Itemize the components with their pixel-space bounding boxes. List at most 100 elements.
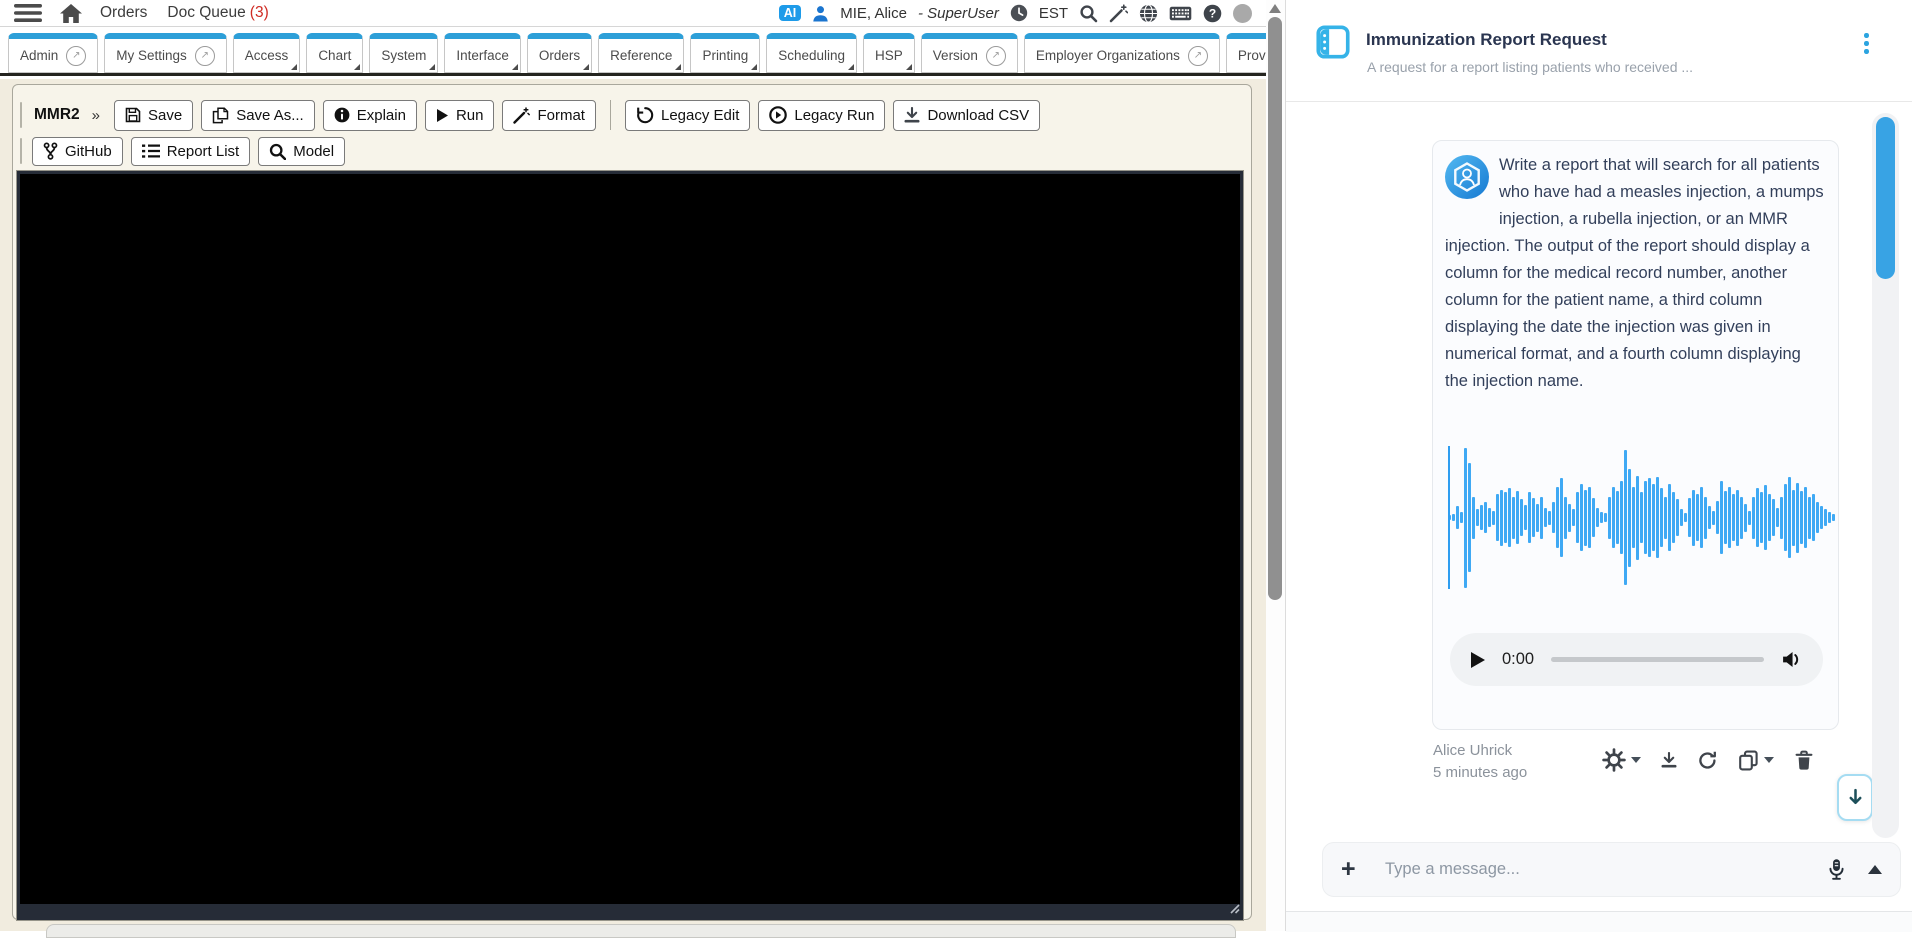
waveform-bar [1580,483,1583,552]
waveform-bar [1812,493,1815,542]
github-button[interactable]: GitHub [32,136,123,166]
waveform-bar [1732,493,1735,542]
tab-scheduling[interactable]: Scheduling [766,33,858,73]
tab-admin[interactable]: Admin ↗ [8,33,99,73]
globe-icon[interactable] [1139,3,1158,23]
tab-my-settings[interactable]: My Settings ↗ [104,33,227,73]
legacy-edit-button[interactable]: Legacy Edit [624,99,751,131]
run-button[interactable]: Run [424,99,495,131]
save-button[interactable]: Save [113,99,194,131]
format-button[interactable]: Format [502,99,596,131]
toolbar-row-1: MMR2 » Save Save As... Explain Run Format Legac… [20,99,1041,131]
search-icon[interactable] [1079,4,1098,23]
timezone-label[interactable]: EST [1039,5,1068,22]
chat-scrollbar-track[interactable] [1872,113,1899,838]
scroll-to-bottom-button[interactable] [1837,774,1873,821]
tab-orders[interactable]: Orders [526,33,593,73]
tab-version[interactable]: Version ↗ [920,33,1018,73]
waveform-bar [1648,478,1651,557]
scrollbar-up-arrow-icon[interactable] [1269,4,1281,13]
keyboard-icon[interactable] [1169,6,1192,21]
waveform-bar [1708,506,1711,529]
waveform-bar [1684,513,1687,522]
tab-access[interactable]: Access [232,33,301,73]
waveform-bar [1640,492,1643,543]
gear-action[interactable] [1602,748,1641,772]
waveform-bar [1620,481,1623,554]
chat-scrollbar-thumb[interactable] [1876,117,1895,279]
waveform-bar [1776,507,1779,528]
waveform-bar [1560,478,1563,557]
play-button[interactable] [1471,651,1485,668]
sidebar-panel-icon[interactable] [1316,25,1350,64]
waveform-bar [1672,492,1675,543]
explain-button[interactable]: Explain [322,99,417,131]
tab-interface[interactable]: Interface [444,33,521,73]
report-expander[interactable]: » [92,107,100,124]
collapse-caret-icon[interactable] [1868,865,1882,874]
tab-provider[interactable]: Provider [1225,33,1266,73]
dropdown-fold-icon [429,64,436,70]
tab-label: Chart [318,48,352,63]
nav-doc-queue[interactable]: Doc Queue (3) [167,4,268,22]
legacy-run-icon [769,106,788,124]
tab-printing[interactable]: Printing [690,33,761,73]
waveform-bar [1624,450,1627,585]
waveform-bar [1512,496,1515,539]
copy-action[interactable] [1738,750,1774,771]
save-as-button[interactable]: Save As... [201,99,315,131]
ai-badge[interactable]: AI [778,4,802,22]
tab-system[interactable]: System [369,33,439,73]
volume-icon[interactable] [1781,650,1802,669]
report-list-button[interactable]: Report List [130,136,251,166]
toolbar-handle[interactable] [20,138,22,164]
user-name[interactable]: MIE, Alice [840,5,907,22]
waveform-bar [1808,496,1811,539]
redo-icon [1697,750,1718,771]
waveform-bar [1784,483,1787,552]
left-pane-scrollbar [1266,0,1285,931]
waveform-bar [1720,481,1723,554]
waveform-bar [1664,496,1667,539]
hamburger-menu-icon[interactable] [14,4,42,22]
toolbar-handle[interactable] [20,102,22,128]
microphone-icon[interactable] [1827,858,1846,881]
model-button[interactable]: Model [258,136,346,166]
resize-grip-icon[interactable] [1228,901,1240,919]
scrollbar-thumb[interactable] [1268,17,1282,600]
tab-chart[interactable]: Chart [306,33,364,73]
save-icon [125,107,141,123]
download-csv-button[interactable]: Download CSV [893,99,1041,131]
nav-orders[interactable]: Orders [100,4,147,22]
tab-employer-organizations[interactable]: Employer Organizations ↗ [1023,33,1220,73]
trash-action[interactable] [1794,750,1814,771]
assistant-avatar [1445,155,1489,199]
waveform-bar [1652,483,1655,552]
legacy-run-button[interactable]: Legacy Run [758,99,886,131]
attach-plus-button[interactable]: + [1341,855,1383,884]
waveform-bar [1504,492,1507,543]
download-action[interactable] [1661,752,1677,768]
waveform-bar [1696,493,1699,542]
audio-waveform[interactable] [1448,446,1835,589]
topbar-nav: Orders Doc Queue (3) [100,4,269,22]
code-editor[interactable] [20,174,1240,904]
audio-seek-bar[interactable] [1551,657,1764,662]
tab-reference[interactable]: Reference [598,33,685,73]
redo-action[interactable] [1697,750,1718,771]
waveform-bar [1692,489,1695,546]
tab-label: Employer Organizations [1035,48,1180,63]
external-link-icon: ↗ [194,45,215,66]
presence-icon[interactable] [1233,3,1252,23]
kebab-menu-icon[interactable] [1864,33,1869,54]
waveform-bar [1540,496,1543,539]
waveform-playhead [1448,446,1450,589]
tab-hsp[interactable]: HSP [863,33,915,73]
waveform-bar [1752,496,1755,539]
help-icon[interactable]: ? [1203,4,1222,23]
home-icon[interactable] [60,3,82,23]
waveform-bar [1456,506,1459,529]
wand-icon[interactable] [1109,3,1128,23]
tab-label: My Settings [116,48,187,63]
message-input[interactable] [1383,859,1827,880]
